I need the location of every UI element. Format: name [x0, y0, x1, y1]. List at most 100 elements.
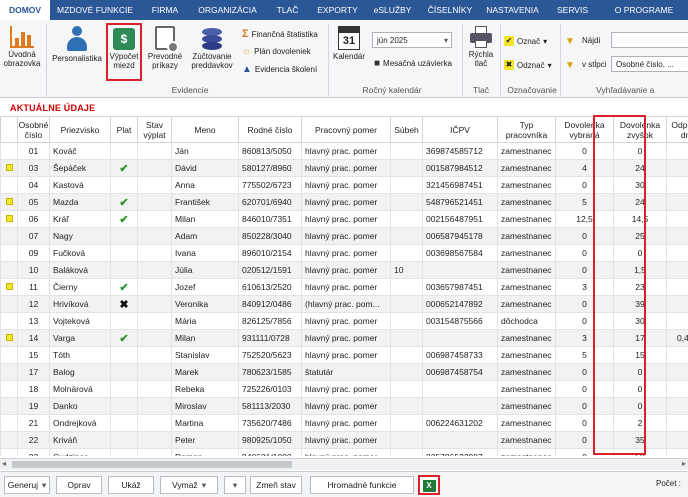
table-row[interactable]: 13 Vojteková Mária 826125/7856 hlavný prac. …: [0, 312, 688, 330]
chevron-down-icon: ▾: [41, 480, 47, 490]
table-row[interactable]: 18 Molnárová Rebeka 725226/0103 hlavný prac.…: [0, 380, 688, 398]
row-marker[interactable]: [0, 278, 18, 296]
table-row[interactable]: 22 Kriváň Peter 980925/1050 hlavný prac. pom…: [0, 431, 688, 449]
row-marker[interactable]: [0, 227, 18, 245]
column-header-7[interactable]: Pracovný pomer: [301, 116, 391, 143]
rychla-tlac-button[interactable]: Rýchla tlač: [465, 26, 497, 68]
generuj-button[interactable]: Generuj ▾: [4, 476, 50, 494]
table-row[interactable]: 05 Mazda ✔ František 620701/6940 hlavný prac.…: [0, 193, 688, 211]
plan-dovoleniek-button[interactable]: ☼ Plán dovoleniek: [242, 46, 311, 57]
column-header-6[interactable]: Rodné číslo: [238, 116, 302, 143]
table-row[interactable]: 12 Hrivíková ✖ Veronika 840912/0486 (hlavný p…: [0, 295, 688, 313]
column-header-4[interactable]: Stav výplat: [137, 116, 172, 143]
menu-item-5[interactable]: EXPORTY: [310, 0, 365, 20]
table-row[interactable]: 21 Ondrejková Martina 735620/7486 hlavný pra…: [0, 414, 688, 432]
scroll-left-icon[interactable]: ◂: [2, 459, 6, 468]
row-marker[interactable]: [0, 261, 18, 279]
evidencia-skoleni-button[interactable]: ▲ Evidencia školení: [242, 64, 317, 75]
ukaz-button[interactable]: Ukáž: [108, 476, 154, 494]
column-header-11[interactable]: Dovolenka vybraná: [555, 116, 614, 143]
table-row[interactable]: 06 Kráľ ✔ Milan 846010/7351 hlavný prac. pome…: [0, 210, 688, 228]
row-marker[interactable]: [0, 210, 18, 228]
row-marker[interactable]: [0, 363, 18, 381]
row-marker[interactable]: [0, 431, 18, 449]
cell-stav: [137, 261, 172, 279]
scroll-thumb[interactable]: [12, 461, 292, 468]
column-header-12[interactable]: Dovolenka zvyšok: [613, 116, 667, 143]
mesacna-uzavierka-button[interactable]: ■ Mesačná uzávierka: [374, 58, 452, 69]
menu-item-7[interactable]: ČÍSELNÍKY: [420, 0, 480, 20]
uvodna-obrazovka-button[interactable]: Úvodná obrazovka: [2, 26, 42, 68]
row-marker[interactable]: [0, 193, 18, 211]
column-header-8[interactable]: Súbeh: [390, 116, 423, 143]
menu-item-3[interactable]: ORGANIZÁCIA: [190, 0, 265, 20]
row-marker[interactable]: [0, 397, 18, 415]
vypocet-miezd-button[interactable]: $ Výpočet miezd: [106, 23, 142, 81]
financna-statistika-button[interactable]: Σ Finančná štatistika: [242, 28, 318, 40]
table-row[interactable]: 23Cudzinec Roman840621/1000hlavný prac. p…: [0, 448, 688, 456]
row-marker[interactable]: [0, 414, 18, 432]
menu-item-6[interactable]: eSLUŽBY: [365, 0, 420, 20]
menu-item-4[interactable]: TLAČ: [265, 0, 310, 20]
odznac-button[interactable]: ✖ Odznač ▾: [504, 60, 552, 70]
row-marker[interactable]: [0, 329, 18, 347]
menu-item-10[interactable]: O PROGRAME: [600, 0, 688, 20]
table-row[interactable]: 04 Kastová Anna 775502/6723 hlavný prac. pom…: [0, 176, 688, 194]
row-marker[interactable]: [0, 346, 18, 364]
filter-clear-icon[interactable]: ▼: [565, 60, 575, 71]
group-tlac-label: Tlač: [472, 85, 490, 95]
column-header-13[interactable]: Odprac. dni: [666, 116, 688, 143]
table-row[interactable]: 09 Fučková Ivana 896010/2154 hlavný prac. po…: [0, 244, 688, 262]
menu-item-8[interactable]: NASTAVENIA: [480, 0, 545, 20]
column-header-10[interactable]: Typ pracovníka: [497, 116, 556, 143]
personalistika-button[interactable]: Personalistika: [52, 26, 102, 63]
cell-icpv: 006987458733: [422, 346, 498, 364]
table-row[interactable]: 15 Tóth Stanislav 752520/5623 hlavný prac. p…: [0, 346, 688, 364]
table-row[interactable]: 10 Baláková Júlia 020512/1591 hlavný prac. p…: [0, 261, 688, 279]
row-marker[interactable]: [0, 176, 18, 194]
menu-item-9[interactable]: SERVIS: [545, 0, 600, 20]
filter-icon[interactable]: ▼: [565, 36, 575, 47]
extra-menu-button[interactable]: ▾: [224, 476, 246, 494]
zuctovanie-preddavkov-button[interactable]: Zúčtovanie preddavkov: [188, 26, 236, 70]
column-header-1[interactable]: Osobné číslo: [17, 116, 50, 143]
column-header-3[interactable]: Plat: [110, 116, 138, 143]
table-row[interactable]: 03 Šepáček ✔ Dávid 580127/8960 hlavný prac. p…: [0, 159, 688, 177]
column-header-5[interactable]: Meno: [171, 116, 239, 143]
menu-item-0[interactable]: DOMOV: [0, 0, 50, 20]
menu-item-2[interactable]: FIRMA: [140, 0, 190, 20]
table-row[interactable]: 07 Nagy Adam 850228/3040 hlavný prac. pomer 0…: [0, 227, 688, 245]
row-marker[interactable]: [0, 312, 18, 330]
month-select[interactable]: jún 2025 ▾: [372, 32, 452, 48]
oznac-button[interactable]: ✔ Označ ▾: [504, 36, 547, 46]
column-header-9[interactable]: IČPV: [422, 116, 498, 143]
column-select[interactable]: Osobné číslo, ...: [611, 56, 688, 72]
cell-zvysok: 2: [613, 414, 667, 432]
row-marker[interactable]: [0, 142, 18, 160]
row-marker[interactable]: [0, 244, 18, 262]
table-row[interactable]: 17 Balog Marek 780623/1585 štatutár 006987458…: [0, 363, 688, 381]
menu-item-1[interactable]: MZDOVÉ FUNKCIE: [50, 0, 140, 20]
row-marker[interactable]: [0, 159, 18, 177]
kalendar-button[interactable]: 31 Kalendár: [330, 26, 368, 61]
table-row[interactable]: 19 Danko Miroslav 581113/2030 hlavný prac. p…: [0, 397, 688, 415]
table-row[interactable]: 11 Čierny ✔ Jozef 610613/2520 hlavný prac. po…: [0, 278, 688, 296]
cell-zvysok: 0: [613, 142, 667, 160]
row-marker[interactable]: [0, 295, 18, 313]
column-header-2[interactable]: Priezvisko: [49, 116, 111, 143]
table-row[interactable]: 14 Varga ✔ Milan 931111/0728 hlavný prac. pom…: [0, 329, 688, 347]
vymaz-button[interactable]: Vymaž ▾: [160, 476, 218, 494]
row-marker[interactable]: [0, 380, 18, 398]
column-header-0[interactable]: [0, 116, 18, 143]
row-marker[interactable]: [0, 448, 18, 456]
excel-export-button[interactable]: X: [418, 475, 440, 495]
oprav-button[interactable]: Oprav: [56, 476, 102, 494]
cell-subeh: [390, 227, 423, 245]
scroll-right-icon[interactable]: ▸: [682, 459, 686, 468]
zmen-stav-button[interactable]: Zmeň stav: [250, 476, 302, 494]
table-row[interactable]: 01 Kováč Ján 860813/5050 hlavný prac. pomer 3…: [0, 142, 688, 160]
prevodne-prikazy-button[interactable]: Prevodné príkazy: [145, 26, 185, 70]
hromadne-funkcie-button[interactable]: Hromadné funkcie: [310, 476, 414, 494]
search-input[interactable]: [611, 32, 688, 48]
horizontal-scrollbar[interactable]: ◂ ▸: [0, 458, 688, 470]
